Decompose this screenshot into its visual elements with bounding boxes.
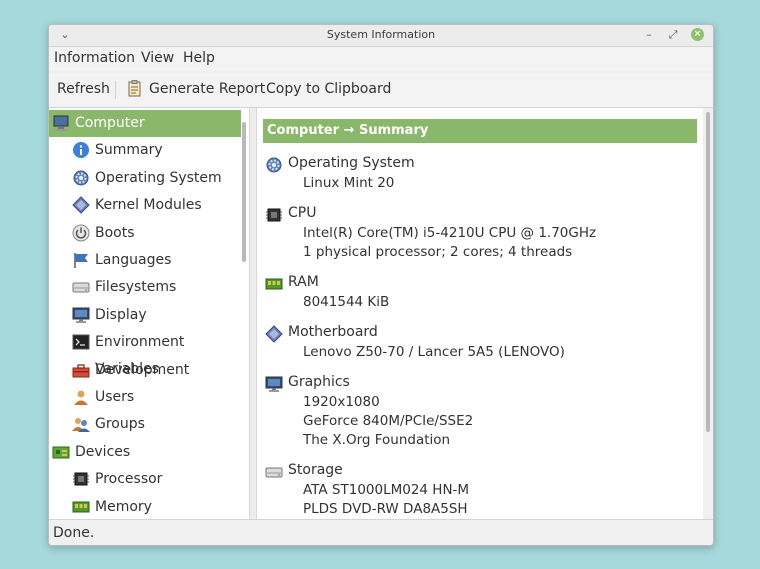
sidebar-item-label: Filesystems [95,279,177,296]
info-icon [72,141,90,159]
window-title: System Information [326,28,436,41]
section-value: PLDS DVD-RW DA8A5SH [303,501,468,517]
chip-icon [72,470,90,488]
gear-icon [72,169,90,187]
sidebar-item-computer[interactable]: Computer [49,110,241,137]
sidebar-item-devices[interactable]: Devices [49,439,241,466]
sidebar-item-label: Users [95,389,135,405]
computer-icon [52,114,70,132]
section-title: RAM [288,274,319,290]
summary-pane: Computer → Summary Operating System Linux… [256,108,703,519]
sidebar-item-environment-variables[interactable]: Environment Variables [49,329,241,377]
section-title: Storage [288,462,343,478]
sidebar-item-development[interactable]: Development [49,357,241,384]
board-icon [52,443,70,461]
sidebar-item-boots[interactable]: Boots [49,220,241,247]
drive-icon [265,463,283,481]
sidebar-scrollbar[interactable] [241,108,247,519]
sidebar-item-label: Devices [75,443,131,460]
system-information-window: ⌄ System Information – ⤢ × Information V… [48,24,714,546]
module-icon [72,196,90,214]
sidebar-item-users[interactable]: Users [49,384,241,411]
section-value: 1920x1080 [303,394,380,410]
sidebar-item-label: Summary [95,142,163,159]
summary-header-text: Computer → Summary [267,123,429,138]
toolbox-icon [72,361,90,379]
menu-bar: Information View Help [49,47,713,71]
monitor-icon [72,306,90,324]
section-value: Intel(R) Core(TM) i5-4210U CPU @ 1.70GHz [303,225,597,241]
status-bar: Done. [49,519,713,545]
menu-information[interactable]: Information [54,50,135,66]
user-icon [72,388,90,406]
sidebar-item-operating-system[interactable]: Operating System [49,165,241,192]
sidebar-item-label: Groups [95,416,145,433]
section-title: Operating System [288,155,415,171]
menu-help[interactable]: Help [183,50,215,66]
sidebar-item-memory[interactable]: Memory [49,494,241,519]
sidebar-item-label: Computer [75,115,145,131]
sidebar-item-display[interactable]: Display [49,302,241,329]
sidebar-item-label: Languages [95,252,172,268]
content-scrollbar[interactable] [705,108,711,519]
section-value: The X.Org Foundation [303,432,451,448]
monitor-icon [265,375,283,393]
section-value: ATA ST1000LM024 HN-M [303,482,470,498]
section-value: GeForce 840M/PCIe/SSE2 [303,413,474,429]
content-scroll-thumb[interactable] [706,112,710,432]
section-value: Lenovo Z50-70 / Lancer 5A5 (LENOVO) [303,344,565,360]
flag-icon [72,251,90,269]
sidebar-item-label: Processor [95,471,163,488]
sidebar-item-languages[interactable]: Languages [49,247,241,274]
refresh-button[interactable]: Refresh [57,81,110,97]
maximize-icon[interactable]: ⤢ [665,27,681,43]
sidebar-item-label: Memory [95,498,152,515]
pane-splitter[interactable] [250,108,255,519]
status-text: Done. [53,525,95,541]
title-bar[interactable]: ⌄ System Information – ⤢ × [49,25,713,47]
power-icon [72,224,90,242]
sidebar-item-filesystems[interactable]: Filesystems [49,274,241,301]
sidebar-item-label: Kernel Modules [95,197,202,214]
ram-icon [265,275,283,293]
menu-view[interactable]: View [141,50,174,66]
sidebar-item-label: Boots [95,224,135,241]
drive-icon [72,278,90,296]
terminal-icon [72,333,90,351]
sidebar-item-kernel-modules[interactable]: Kernel Modules [49,192,241,219]
sidebar-tree: Computer Summary Operating System Kernel Mo… [49,108,250,519]
section-value: 1 physical processor; 2 cores; 4 threads [303,244,573,260]
close-icon[interactable]: × [691,28,704,41]
sidebar-item-summary[interactable]: Summary [49,137,241,164]
gear-icon [265,156,283,174]
section-value: Linux Mint 20 [303,175,395,191]
minimize-icon[interactable]: – [641,27,657,43]
sidebar-item-label: Display [95,306,147,323]
chip-icon [265,206,283,224]
module-icon [265,325,283,343]
sidebar-item-label: Operating System [95,169,222,186]
sidebar-scroll-thumb[interactable] [242,122,246,262]
report-icon [128,80,141,97]
ram-icon [72,498,90,516]
summary-header: Computer → Summary [263,119,697,143]
generate-report-label: Generate Report [149,81,266,97]
section-title: CPU [288,205,317,221]
section-title: Graphics [288,374,350,390]
section-value: 8041544 KiB [303,294,390,310]
toolbar: Refresh Generate Report Copy to Clipboar… [49,73,713,108]
section-title: Motherboard [288,324,378,340]
copy-to-clipboard-button[interactable]: Copy to Clipboard [266,81,391,97]
group-icon [72,415,90,433]
sidebar-item-groups[interactable]: Groups [49,411,241,438]
sidebar-item-label: Development [95,361,190,378]
toolbar-separator [115,81,116,99]
sidebar-item-processor[interactable]: Processor [49,466,241,493]
